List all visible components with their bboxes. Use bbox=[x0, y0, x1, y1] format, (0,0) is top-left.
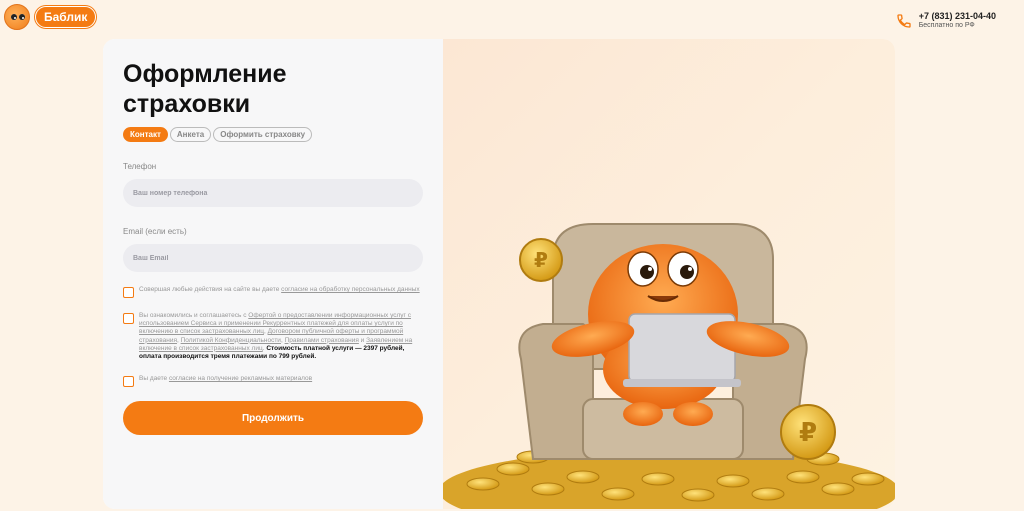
page-title: Оформление страховки bbox=[123, 60, 287, 118]
phone-field-label: Телефон bbox=[123, 162, 157, 171]
consent-personal-data: Совершая любые действия на сайте вы дает… bbox=[123, 286, 423, 298]
phone-icon bbox=[897, 14, 911, 28]
consent-offer-checkbox[interactable] bbox=[123, 313, 134, 324]
header-contact[interactable]: +7 (831) 231-04-40 Бесплатно по РФ bbox=[896, 11, 996, 29]
svg-text:₽: ₽ bbox=[799, 418, 817, 448]
consent-text: Вы даете bbox=[139, 375, 169, 383]
marketing-link[interactable]: согласие на получение рекламных материал… bbox=[169, 375, 312, 382]
personal-data-link[interactable]: согласие на обработку персональных данны… bbox=[281, 286, 420, 293]
consent-offer: Вы ознакомились и соглашаетесь с Офертой… bbox=[123, 312, 423, 361]
svg-text:₽: ₽ bbox=[534, 248, 548, 272]
mascot-armchair-illustration: ₽ ₽ bbox=[443, 223, 895, 509]
consent-text: Совершая любые действия на сайте вы дает… bbox=[139, 286, 282, 293]
insurance-rules-link[interactable]: Правилами страхования bbox=[285, 337, 359, 344]
brand-name: Баблик bbox=[35, 6, 97, 28]
email-input[interactable] bbox=[123, 244, 423, 272]
mascot-logo-icon bbox=[4, 4, 30, 30]
consent-marketing: Вы даете согласие на получение рекламных… bbox=[123, 375, 423, 388]
step-tabs: Контакт Анкета Оформить страховку bbox=[123, 127, 423, 142]
phone-input[interactable] bbox=[123, 179, 423, 207]
tab-contact[interactable]: Контакт bbox=[123, 127, 168, 142]
tab-questionnaire[interactable]: Анкета bbox=[169, 127, 212, 142]
consent-personal-data-text: Совершая любые действия на сайте вы дает… bbox=[139, 286, 423, 298]
consent-offer-text: Вы ознакомились и соглашаетесь с Офертой… bbox=[139, 312, 423, 361]
consent-text: Вы ознакомились и соглашаетесь с bbox=[139, 312, 249, 319]
logo[interactable]: Баблик bbox=[4, 4, 97, 30]
phone-number[interactable]: +7 (831) 231-04-40 bbox=[919, 11, 996, 21]
phone-note: Бесплатно по РФ bbox=[918, 22, 975, 29]
tab-checkout[interactable]: Оформить страховку bbox=[213, 127, 313, 142]
insurance-card: Оформление страховки Контакт Анкета Офор… bbox=[103, 39, 895, 509]
privacy-policy-link[interactable]: Политикой Конфиденциальности bbox=[181, 337, 281, 344]
continue-button[interactable]: Продолжить bbox=[123, 401, 423, 436]
consent-personal-data-checkbox[interactable] bbox=[123, 287, 134, 298]
consent-marketing-text: Вы даете согласие на получение рекламных… bbox=[139, 375, 423, 387]
consent-marketing-checkbox[interactable] bbox=[123, 376, 134, 388]
illustration-panel: ₽ ₽ bbox=[443, 39, 895, 509]
form-panel: Оформление страховки Контакт Анкета Офор… bbox=[103, 39, 443, 509]
email-field-label: Email (если есть) bbox=[123, 227, 187, 236]
